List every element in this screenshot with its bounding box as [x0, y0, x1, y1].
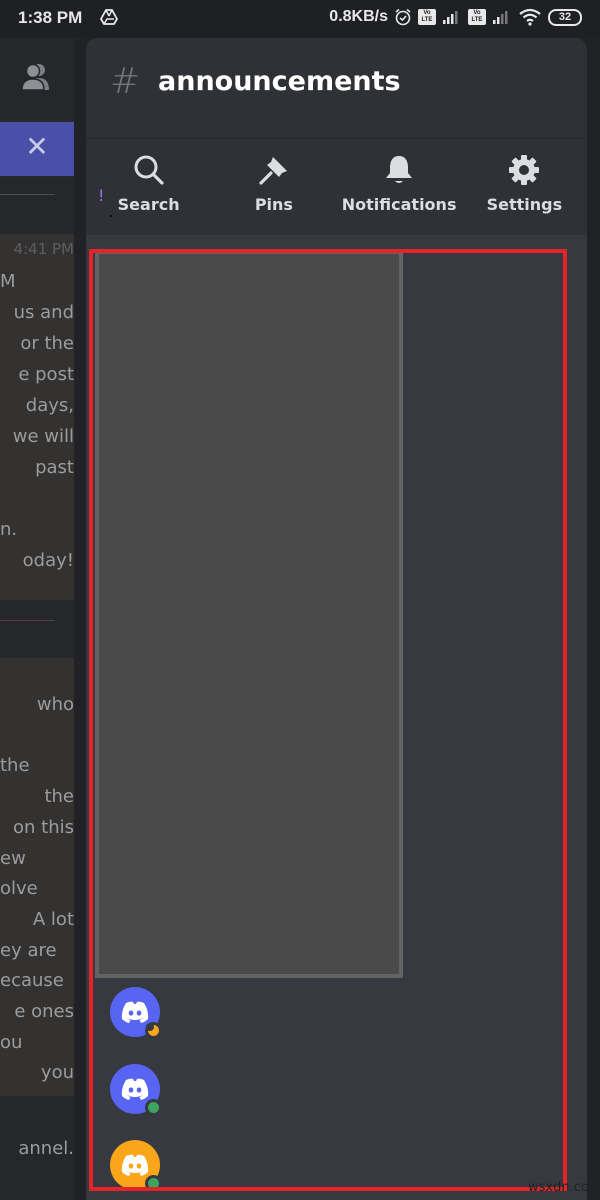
member-item[interactable]	[110, 1063, 172, 1118]
notifications-label: Notifications	[341, 195, 457, 214]
discord-logo-icon	[121, 1154, 149, 1176]
gear-icon	[509, 155, 540, 185]
message-text: days,	[25, 395, 74, 416]
message-text: M	[0, 271, 16, 292]
channel-name: announcements	[158, 66, 401, 97]
message-text: olve	[0, 878, 38, 900]
pins-label: Pins	[254, 195, 293, 214]
message-text: the	[44, 786, 74, 808]
message-text: past	[35, 457, 74, 478]
signal-icon-2	[493, 11, 508, 24]
status-online-icon	[145, 1175, 162, 1192]
message-block: 4:41 PM Mus and or the e post days, we will pa…	[0, 234, 74, 600]
volte-icon-2: Vo LTE	[468, 9, 486, 25]
pins-button[interactable]: Pins	[211, 139, 336, 235]
redacted-names-box	[95, 250, 403, 978]
discord-logo-icon	[121, 1078, 149, 1100]
message-text: ew	[0, 847, 26, 869]
net-speed: 0.8KB/s	[329, 8, 388, 25]
search-icon	[134, 155, 164, 185]
message-block: who the the on this ew olve A lot ey are ecause e…	[0, 658, 74, 1096]
bell-icon	[386, 156, 413, 183]
channel-hash-icon: #	[110, 61, 141, 102]
member-name[interactable]: !	[98, 186, 104, 205]
google-drive-icon	[100, 9, 118, 25]
chat-gap	[0, 600, 74, 658]
message-text: or the	[20, 333, 74, 354]
app-root: 1:38 PM 0.8KB/s Vo LTE Vo LTE 32 ✕ 4:41 …	[0, 0, 600, 1200]
volte-icon: Vo LTE	[418, 9, 436, 25]
notifications-button[interactable]: Notifications	[337, 139, 462, 235]
message-text: ey are	[0, 939, 57, 961]
chat-bottom: annel.	[0, 1096, 74, 1200]
new-messages-divider	[0, 620, 55, 621]
alarm-icon	[395, 8, 411, 26]
divider	[0, 194, 55, 195]
message-text: we will	[12, 426, 74, 447]
message-text: you	[40, 1062, 74, 1084]
message-text: e ones	[14, 1001, 74, 1022]
battery-indicator: 32	[548, 8, 582, 26]
message-text: ou	[0, 1031, 23, 1053]
status-right: 0.8KB/s Vo LTE Vo LTE 32	[329, 8, 582, 26]
message-text: on this	[13, 816, 74, 838]
close-icon[interactable]: ✕	[22, 132, 52, 162]
channel-actions: Search Pins Notifications Settings	[86, 139, 587, 235]
status-bar: 1:38 PM 0.8KB/s Vo LTE Vo LTE 32	[0, 0, 600, 38]
message-text: annel.	[18, 1138, 74, 1159]
status-online-icon	[145, 1098, 162, 1116]
message-text: ecause	[0, 970, 64, 992]
message-text: e post	[18, 364, 74, 385]
search-label: Search	[117, 195, 180, 214]
watermark: wsxdn.com	[528, 1180, 600, 1195]
member-item[interactable]	[110, 987, 172, 1041]
message-text: A lot	[32, 908, 74, 930]
member-item[interactable]	[110, 1140, 172, 1194]
chat-separator	[0, 177, 74, 233]
member-subtext	[110, 215, 112, 217]
message-text: the	[0, 755, 30, 777]
discord-logo-icon	[121, 1001, 149, 1023]
message-timestamp: 4:41 PM	[13, 240, 74, 258]
message-text: n.	[0, 519, 18, 540]
message-text: oday!	[22, 550, 74, 571]
settings-button[interactable]: Settings	[462, 139, 587, 235]
members-icon[interactable]	[20, 62, 52, 92]
channel-header: # announcements	[86, 38, 587, 138]
status-time: 1:38 PM	[18, 8, 83, 27]
wifi-icon	[519, 8, 541, 26]
signal-icon	[443, 11, 458, 24]
message-text: us and	[13, 302, 74, 323]
message-text: who	[36, 694, 74, 715]
pin-icon	[259, 157, 287, 185]
search-button[interactable]: Search	[86, 139, 211, 235]
settings-label: Settings	[486, 195, 563, 214]
status-idle-icon	[145, 1022, 162, 1039]
